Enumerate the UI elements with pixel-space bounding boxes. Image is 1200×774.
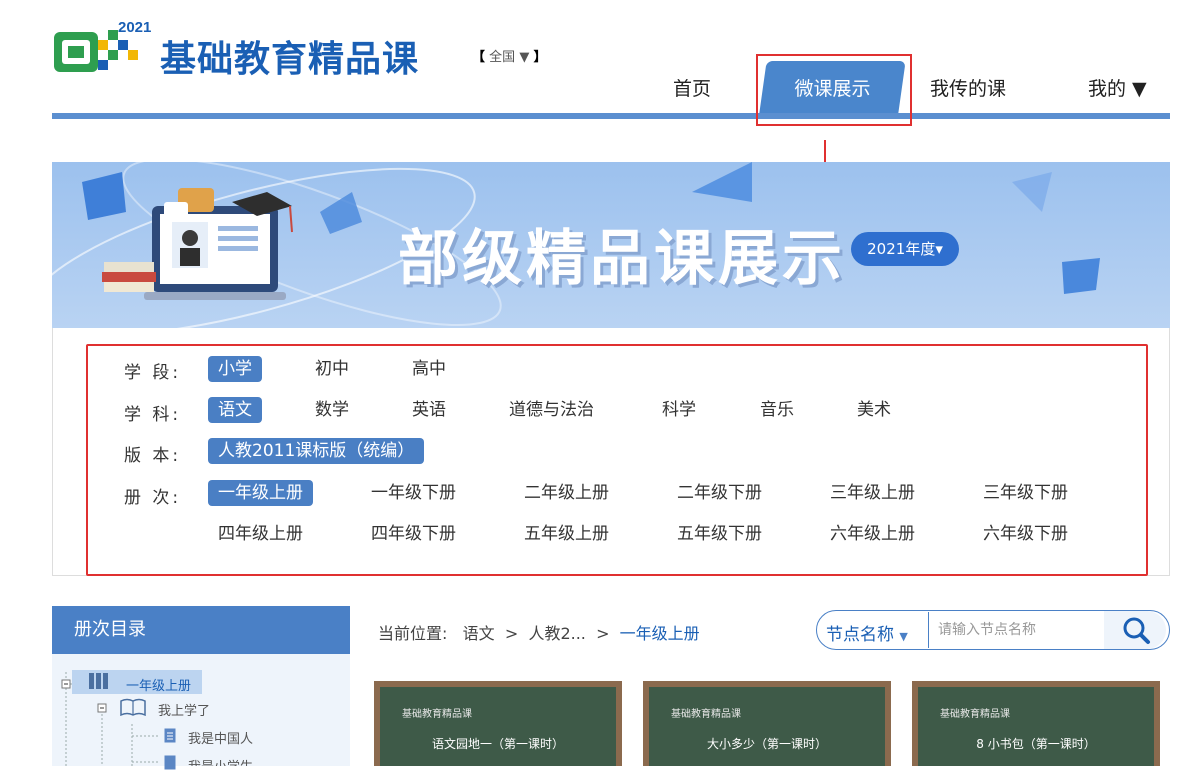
breadcrumb-item[interactable]: 语文 xyxy=(463,624,495,643)
breadcrumb-current: 一年级上册 xyxy=(619,624,700,643)
subject-option-chinese[interactable]: 语文 xyxy=(208,397,262,423)
region-label: 全国 xyxy=(489,50,516,65)
year-label: 2021年度 xyxy=(867,240,936,258)
nav-underline xyxy=(52,113,1170,119)
search-type-select[interactable]: 节点名称 ▼ xyxy=(826,620,908,645)
filter-edition-label: 版 本: xyxy=(124,446,182,466)
breadcrumb-item[interactable]: 人教2... xyxy=(528,624,585,643)
volume-option-2b[interactable]: 二年级下册 xyxy=(677,480,762,506)
card-brand: 基础教育精品课 xyxy=(940,709,1010,720)
tree-node-volume[interactable]: 一年级上册 xyxy=(126,675,191,694)
card-brand: 基础教育精品课 xyxy=(671,709,741,720)
nav-my-uploads[interactable]: 我传的课 xyxy=(930,74,1006,101)
filter-volume-label: 册 次: xyxy=(124,488,182,508)
open-book-icon xyxy=(120,698,146,717)
volume-option-5a[interactable]: 五年级上册 xyxy=(524,521,609,547)
volume-option-5b[interactable]: 五年级下册 xyxy=(677,521,762,547)
site-logo[interactable]: 2021 xyxy=(52,18,157,76)
volume-option-4b[interactable]: 四年级下册 xyxy=(371,521,456,547)
subject-option-music[interactable]: 音乐 xyxy=(760,397,794,423)
chevron-down-icon: ▼ xyxy=(899,630,908,643)
subject-option-morality[interactable]: 道德与法治 xyxy=(509,397,594,423)
year-selector[interactable]: 2021年度▾ xyxy=(851,232,959,266)
stage-option-primary[interactable]: 小学 xyxy=(208,356,262,382)
stage-option-junior[interactable]: 初中 xyxy=(315,356,349,382)
subject-option-art[interactable]: 美术 xyxy=(857,397,891,423)
filter-stage-label: 学 段: xyxy=(124,363,182,383)
subject-option-english[interactable]: 英语 xyxy=(412,397,446,423)
nav-home[interactable]: 首页 xyxy=(673,74,711,101)
lesson-card[interactable]: 基础教育精品课 8 小书包（第一课时） xyxy=(912,681,1160,766)
card-title: 8 小书包（第一课时） xyxy=(976,737,1096,751)
search-button[interactable] xyxy=(1104,611,1166,649)
logo-year: 2021 xyxy=(118,19,151,36)
region-bracket-close: 】 xyxy=(533,50,547,65)
volume-option-2a[interactable]: 二年级上册 xyxy=(524,480,609,506)
tree-node-lesson[interactable]: 我是中国人 xyxy=(188,728,253,747)
region-bracket-open: 【 xyxy=(472,50,486,65)
lesson-card[interactable]: 基础教育精品课 语文园地一（第一课时） xyxy=(374,681,622,766)
filter-subject-label: 学 科: xyxy=(124,405,182,425)
chevron-down-icon: ▾ xyxy=(935,240,943,258)
document-icon xyxy=(164,755,176,770)
breadcrumb-separator: > xyxy=(504,624,519,643)
volume-option-1b[interactable]: 一年级下册 xyxy=(371,480,456,506)
books-icon xyxy=(88,672,110,690)
chevron-down-icon: ▼ xyxy=(519,50,530,65)
highlight-box-nav xyxy=(756,54,912,126)
breadcrumb: 当前位置: 语文 > 人教2... > 一年级上册 xyxy=(378,620,700,644)
tree-node-unit[interactable]: 我上学了 xyxy=(158,700,210,719)
sidebar-title: 册次目录 xyxy=(52,606,350,654)
subject-option-science[interactable]: 科学 xyxy=(662,397,696,423)
volume-option-1a[interactable]: 一年级上册 xyxy=(208,480,313,506)
volume-option-4a[interactable]: 四年级上册 xyxy=(218,521,303,547)
card-title: 语文园地一（第一课时） xyxy=(431,737,564,751)
banner-title: 部级精品课展示 xyxy=(398,224,846,294)
search-input[interactable] xyxy=(936,614,1110,646)
edition-option-pep2011[interactable]: 人教2011课标版（统编） xyxy=(208,438,425,464)
card-title: 大小多少（第一课时） xyxy=(706,737,827,751)
search-icon xyxy=(1123,617,1150,644)
region-selector[interactable]: 【 全国 ▼ 】 xyxy=(472,46,546,65)
stage-option-senior[interactable]: 高中 xyxy=(412,356,446,382)
tree-node-lesson[interactable]: 我是小学生 xyxy=(188,756,253,766)
search-type-label: 节点名称 xyxy=(826,625,894,645)
volume-option-3b[interactable]: 三年级下册 xyxy=(983,480,1068,506)
volume-option-6b[interactable]: 六年级下册 xyxy=(983,521,1068,547)
site-title: 基础教育精品课 xyxy=(160,39,420,80)
nav-mine[interactable]: 我的 ▼ xyxy=(1088,74,1147,101)
card-brand: 基础教育精品课 xyxy=(402,709,472,720)
volume-option-3a[interactable]: 三年级上册 xyxy=(830,480,915,506)
breadcrumb-separator: > xyxy=(596,624,610,643)
breadcrumb-prefix: 当前位置: xyxy=(378,624,448,643)
volume-option-6a[interactable]: 六年级上册 xyxy=(830,521,915,547)
lesson-card[interactable]: 基础教育精品课 大小多少（第一课时） xyxy=(643,681,891,766)
subject-option-math[interactable]: 数学 xyxy=(315,397,349,423)
document-icon xyxy=(164,728,176,743)
search-divider xyxy=(928,612,929,648)
